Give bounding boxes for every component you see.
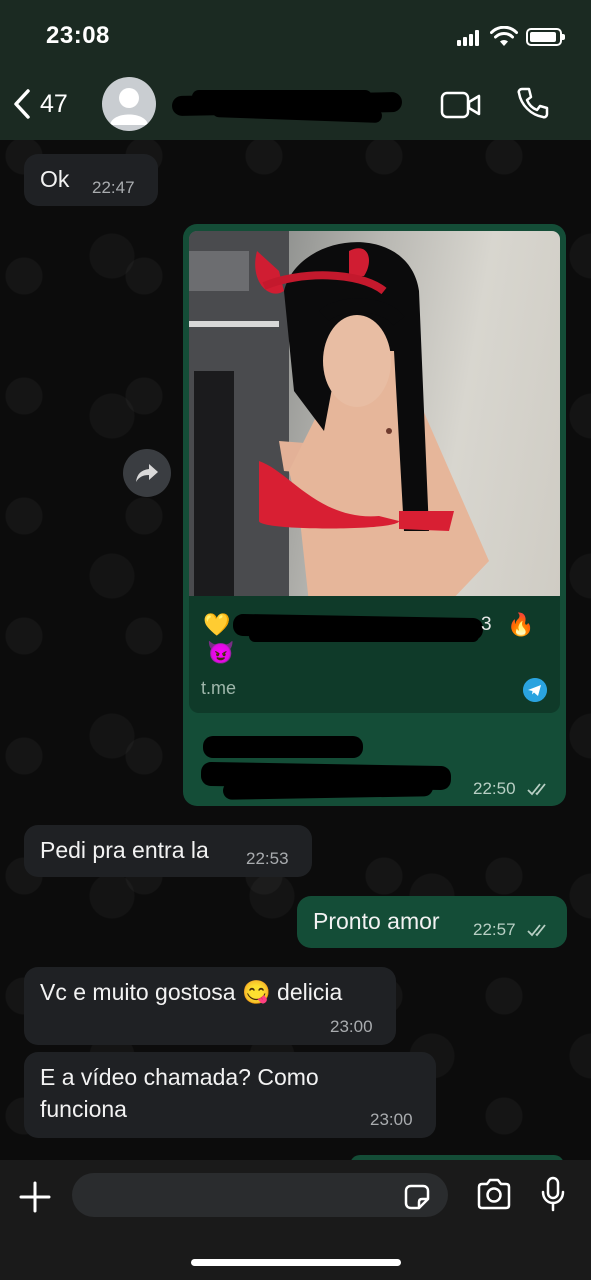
composer-bar	[0, 1160, 591, 1280]
camera-icon[interactable]	[476, 1178, 512, 1210]
message-outgoing-link[interactable]: 💛 3 🔥 😈 t.me 22:50	[183, 224, 566, 806]
emoji-devil: 😈	[207, 640, 235, 665]
message-incoming[interactable]: Ok 22:47	[24, 154, 158, 206]
message-time: 22:53	[246, 849, 289, 868]
double-check-icon	[527, 924, 546, 937]
forward-button[interactable]	[123, 449, 171, 497]
shared-photo[interactable]	[189, 231, 560, 603]
message-incoming[interactable]: Pedi pra entra la 22:53	[24, 825, 312, 877]
message-text: Pronto amor	[313, 908, 440, 934]
back-button[interactable]: 47	[10, 84, 68, 124]
message-text: Ok	[40, 166, 70, 192]
status-time: 23:08	[46, 22, 110, 49]
battery-icon	[526, 28, 565, 46]
message-time: 22:57	[473, 920, 516, 939]
signal-icon	[457, 30, 481, 46]
message-time: 22:50	[473, 779, 516, 798]
message-outgoing[interactable]: Pronto amor 22:57	[297, 896, 567, 948]
link-preview[interactable]: 💛 3 🔥 😈 t.me	[189, 596, 560, 713]
emoji-fire: 🔥	[507, 612, 535, 637]
caption-redacted	[203, 736, 363, 758]
contact-name-redacted[interactable]	[171, 90, 403, 123]
link-url: t.me	[201, 678, 237, 698]
double-check-icon	[527, 783, 546, 796]
unread-count: 47	[40, 89, 68, 118]
message-incoming[interactable]: E a vídeo chamada? Como funciona 23:00	[24, 1052, 436, 1138]
video-call-icon[interactable]	[440, 90, 482, 120]
emoji-yum: 😋	[242, 979, 271, 1005]
telegram-icon	[523, 678, 547, 702]
status-bar: 23:08	[0, 0, 591, 70]
microphone-icon[interactable]	[540, 1176, 566, 1212]
message-time: 23:00	[330, 1017, 373, 1036]
sticker-icon[interactable]	[402, 1182, 432, 1212]
plus-icon[interactable]	[18, 1180, 52, 1214]
avatar[interactable]	[102, 77, 156, 131]
photo-image	[189, 231, 489, 603]
message-time: 23:00	[370, 1110, 413, 1129]
message-time: 22:47	[92, 178, 135, 197]
avatar-placeholder-icon	[110, 88, 148, 125]
link-title-fragment: 3	[481, 614, 492, 635]
home-indicator	[191, 1259, 401, 1266]
chat-header: 47	[0, 70, 591, 140]
back-chevron-icon	[14, 89, 30, 119]
message-text-line1: E a vídeo chamada? Como	[40, 1064, 319, 1090]
message-text: Vc e muito gostosa 😋 delicia	[40, 979, 343, 1005]
phone-icon[interactable]	[516, 86, 550, 120]
message-input[interactable]	[72, 1173, 448, 1217]
forward-icon	[136, 464, 158, 482]
emoji-heart: 💛	[203, 612, 231, 637]
message-text: Pedi pra entra la	[40, 837, 209, 863]
message-incoming[interactable]: Vc e muito gostosa 😋 delicia 23:00	[24, 967, 396, 1045]
wifi-icon	[490, 26, 518, 46]
message-text-line2: funciona	[40, 1096, 127, 1122]
